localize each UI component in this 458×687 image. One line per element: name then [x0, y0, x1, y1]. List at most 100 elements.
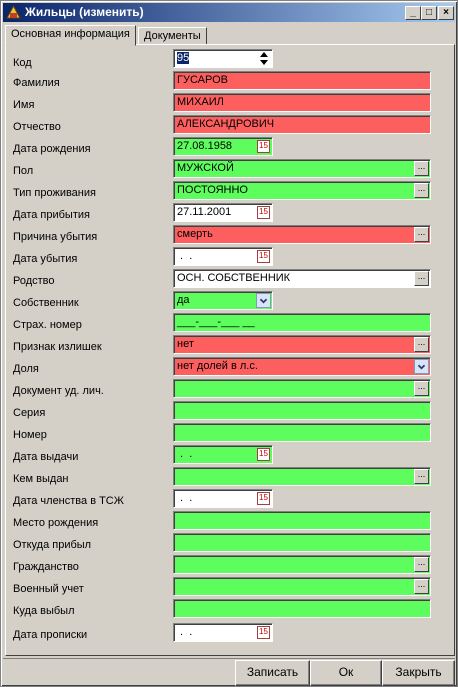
series-label: Серия — [13, 407, 46, 419]
departure-reason-value: смерть — [177, 228, 213, 240]
departed-to-label: Куда выбыл — [13, 605, 75, 617]
calendar-icon[interactable]: 15 — [257, 492, 270, 505]
pol-value: МУЖСКОЙ — [177, 162, 234, 174]
issued-by-label: Кем выдан — [13, 473, 69, 485]
departure-reason-field[interactable]: смерть ... — [173, 225, 431, 244]
residence-type-field[interactable]: ПОСТОЯННО ... — [173, 181, 431, 200]
kod-value: 95 — [177, 52, 190, 64]
tab-documents[interactable]: Документы — [138, 27, 207, 45]
membership-date-label: Дата членства в ТСЖ — [13, 495, 124, 507]
issue-date-value: . . — [177, 448, 193, 460]
tab-strip: Основная информация Документы — [5, 25, 455, 46]
arrival-date-label: Дата прибытия — [13, 209, 90, 221]
number-field[interactable] — [173, 423, 431, 442]
number-label: Номер — [13, 429, 47, 441]
dots-icon[interactable]: ... — [414, 579, 429, 594]
arrival-date-value: 27.11.2001 — [177, 206, 232, 218]
dots-icon[interactable]: ... — [414, 271, 429, 286]
calendar-icon[interactable]: 15 — [257, 626, 270, 639]
spin-arrows-icon[interactable] — [257, 51, 271, 66]
birth-date-value: 27.08.1958 — [177, 140, 233, 152]
insurance-number-label: Страх. номер — [13, 319, 82, 331]
arrived-from-field[interactable] — [173, 533, 431, 552]
citizenship-label: Гражданство — [13, 561, 79, 573]
owner-select[interactable]: да — [173, 291, 273, 310]
kod-field[interactable]: 95 — [173, 49, 273, 68]
save-button[interactable]: Записать — [235, 660, 310, 686]
departed-to-field[interactable] — [173, 599, 431, 618]
issue-date-label: Дата выдачи — [13, 451, 79, 463]
ok-button[interactable]: Ок — [310, 660, 382, 686]
departure-date-label: Дата убытия — [13, 253, 78, 265]
kinship-field[interactable]: ОСН. СОБСТВЕННИК ... — [173, 269, 431, 288]
dots-icon[interactable]: ... — [414, 183, 429, 198]
otchestvo-field[interactable]: АЛЕКСАНДРОВИЧ — [173, 115, 431, 134]
chevron-down-icon[interactable] — [256, 293, 271, 308]
birth-date-field[interactable]: 27.08.1958 15 — [173, 137, 273, 156]
window-title: Жильцы (изменить) — [25, 5, 144, 19]
residence-type-value: ПОСТОЯННО — [177, 184, 248, 196]
dots-icon[interactable]: ... — [414, 227, 429, 242]
app-icon — [6, 5, 21, 19]
issue-date-field[interactable]: . . 15 — [173, 445, 273, 464]
departure-date-field[interactable]: . . 15 — [173, 247, 273, 266]
familiya-label: Фамилия — [13, 77, 60, 89]
residence-type-label: Тип проживания — [13, 187, 96, 199]
id-document-label: Документ уд. лич. — [13, 385, 104, 397]
pol-label: Пол — [13, 165, 34, 177]
kod-label: Код — [13, 57, 32, 69]
membership-date-field[interactable]: . . 15 — [173, 489, 273, 508]
issued-by-field[interactable]: ... — [173, 467, 431, 486]
dots-icon[interactable]: ... — [414, 161, 429, 176]
title-bar[interactable]: Жильцы (изменить) _ □ × — [3, 3, 455, 22]
military-registration-label: Военный учет — [13, 583, 84, 595]
calendar-icon[interactable]: 15 — [257, 250, 270, 263]
close-window-button[interactable]: × — [438, 6, 454, 20]
dots-icon[interactable]: ... — [414, 381, 429, 396]
pol-field[interactable]: МУЖСКОЙ ... — [173, 159, 431, 178]
minimize-button[interactable]: _ — [405, 6, 421, 20]
imya-field[interactable]: МИХАИЛ — [173, 93, 431, 112]
imya-label: Имя — [13, 99, 35, 111]
tab-main-info[interactable]: Основная информация — [5, 25, 136, 46]
owner-label: Собственник — [13, 297, 79, 309]
dots-icon[interactable]: ... — [414, 557, 429, 572]
series-field[interactable] — [173, 401, 431, 420]
registration-date-field[interactable]: . . 15 — [173, 623, 273, 642]
residents-edit-window: Жильцы (изменить) _ □ × Основная информа… — [0, 0, 458, 687]
calendar-icon[interactable]: 15 — [257, 140, 270, 153]
arrival-date-field[interactable]: 27.11.2001 15 — [173, 203, 273, 222]
birth-date-label: Дата рождения — [13, 143, 91, 155]
share-select[interactable]: нет долей в л.с. — [173, 357, 431, 376]
owner-value: да — [177, 294, 190, 306]
dots-icon[interactable]: ... — [414, 337, 429, 352]
button-bar: Записать Ок Закрыть — [3, 658, 455, 686]
arrived-from-label: Откуда прибыл — [13, 539, 92, 551]
registration-date-label: Дата прописки — [13, 629, 88, 641]
surplus-flag-label: Признак излишек — [13, 341, 102, 353]
surplus-flag-value: нет — [177, 338, 194, 350]
citizenship-field[interactable]: ... — [173, 555, 431, 574]
share-label: Доля — [13, 363, 39, 375]
share-value: нет долей в л.с. — [177, 360, 258, 372]
kinship-value: ОСН. СОБСТВЕННИК — [177, 272, 291, 284]
departure-reason-label: Причина убытия — [13, 231, 98, 243]
insurance-number-field[interactable]: ___-___-___ __ — [173, 313, 431, 332]
otchestvo-label: Отчество — [13, 121, 61, 133]
chevron-down-icon[interactable] — [414, 359, 429, 374]
familiya-field[interactable]: ГУСАРОВ — [173, 71, 431, 90]
registration-date-value: . . — [177, 626, 193, 638]
dots-icon[interactable]: ... — [414, 469, 429, 484]
kinship-label: Родство — [13, 275, 55, 287]
membership-date-value: . . — [177, 492, 193, 504]
surplus-flag-field[interactable]: нет ... — [173, 335, 431, 354]
birthplace-label: Место рождения — [13, 517, 99, 529]
id-document-field[interactable]: ... — [173, 379, 431, 398]
calendar-icon[interactable]: 15 — [257, 206, 270, 219]
close-button[interactable]: Закрыть — [382, 660, 455, 686]
departure-date-value: . . — [177, 250, 193, 262]
military-registration-field[interactable]: ... — [173, 577, 431, 596]
birthplace-field[interactable] — [173, 511, 431, 530]
calendar-icon[interactable]: 15 — [257, 448, 270, 461]
maximize-button[interactable]: □ — [421, 6, 437, 20]
